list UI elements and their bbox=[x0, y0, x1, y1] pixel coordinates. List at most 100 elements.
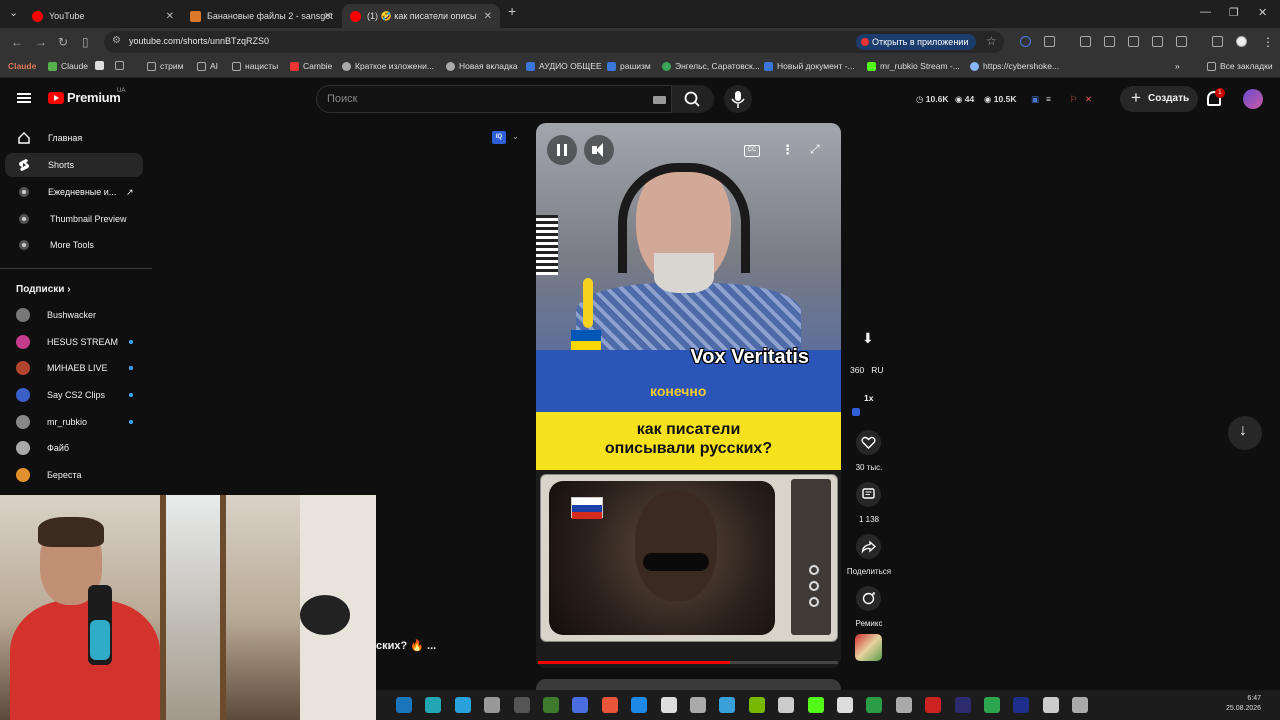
bookmark-claude-2[interactable]: Claude bbox=[48, 61, 88, 71]
youtube-logo-icon[interactable] bbox=[48, 92, 64, 104]
speed-button[interactable]: 1x bbox=[864, 393, 873, 403]
taskbar-app-icon[interactable] bbox=[484, 697, 501, 713]
taskbar-app-icon[interactable] bbox=[572, 697, 589, 713]
quality-indicator[interactable]: 360 RU bbox=[850, 365, 884, 375]
close-icon[interactable]: ✕ bbox=[484, 11, 492, 22]
sidepanel-icon[interactable]: ▯ bbox=[82, 35, 89, 49]
download-icon[interactable]: ⬇ bbox=[862, 330, 874, 347]
forward-icon[interactable]: → bbox=[35, 35, 47, 49]
sound-thumbnail[interactable] bbox=[855, 634, 882, 661]
taskbar-app-icon[interactable] bbox=[778, 697, 795, 713]
chevron-down-icon[interactable]: ⌄ bbox=[512, 132, 519, 141]
search-input[interactable]: Поиск bbox=[316, 85, 672, 113]
bookmark-blank[interactable] bbox=[95, 61, 104, 70]
grid-icon[interactable] bbox=[1104, 36, 1115, 47]
taskbar-app-icon[interactable] bbox=[1072, 697, 1089, 713]
tab-groups-icon[interactable] bbox=[1152, 36, 1163, 47]
next-short-button[interactable] bbox=[1228, 416, 1262, 450]
taskbar-app-icon[interactable] bbox=[631, 697, 648, 713]
taskbar-app-icon[interactable] bbox=[425, 697, 442, 713]
bookmark-star-icon[interactable]: ☆ bbox=[986, 34, 997, 48]
bookmark-new-tab[interactable]: Новая вкладка bbox=[446, 61, 518, 71]
search-button[interactable] bbox=[672, 85, 714, 113]
bookmarks-overflow-icon[interactable]: » bbox=[1175, 61, 1180, 71]
share-button[interactable] bbox=[856, 534, 881, 559]
taskbar-app-icon[interactable] bbox=[601, 697, 618, 713]
create-button[interactable]: Создать bbox=[1120, 85, 1198, 112]
sidebar-toggle-icon[interactable] bbox=[1176, 36, 1187, 47]
taskbar-app-icon[interactable] bbox=[543, 697, 559, 713]
menu-icon[interactable] bbox=[17, 93, 31, 103]
antenna-icon[interactable]: ⚐ bbox=[1070, 94, 1078, 105]
all-bookmarks[interactable]: Все закладки bbox=[1207, 61, 1273, 71]
tab-banana-files[interactable]: Банановые файлы 2 - sansgot ✕ bbox=[182, 4, 340, 28]
bookmark-kick-stream[interactable]: mr_rubkio Stream -... bbox=[867, 61, 960, 71]
sidebar-item-home[interactable]: Главная bbox=[5, 126, 143, 150]
bookmark-summary[interactable]: Краткое изложени... bbox=[342, 61, 434, 71]
bookmark-cybershoke[interactable]: https://cybershoke... bbox=[970, 61, 1059, 71]
bookmark-folder-ai[interactable]: AI bbox=[197, 61, 218, 71]
taskbar-app-icon[interactable] bbox=[719, 697, 736, 713]
bookmark-audio[interactable]: АУДИО ОБЩЕЕ bbox=[526, 61, 602, 71]
fullscreen-icon[interactable]: ⤢ bbox=[810, 142, 820, 157]
extension-icon[interactable] bbox=[1020, 36, 1031, 47]
account-avatar[interactable] bbox=[1243, 89, 1263, 109]
keyboard-icon[interactable] bbox=[653, 96, 666, 104]
tab-youtube[interactable]: YouTube ✕ bbox=[24, 4, 182, 28]
subscription-item[interactable]: Файб bbox=[16, 439, 69, 457]
more-options-icon[interactable]: ⋮ bbox=[781, 142, 794, 158]
like-button[interactable] bbox=[856, 430, 881, 455]
bookmark-folder-stream[interactable]: стрим bbox=[147, 61, 183, 71]
shorts-player[interactable]: Vox Veritatis конечно как писатели описы… bbox=[536, 123, 841, 668]
subscription-item[interactable]: HESUS STREAM bbox=[16, 333, 118, 351]
taskbar-app-icon[interactable] bbox=[748, 697, 765, 713]
captions-button[interactable]: CC bbox=[744, 145, 760, 157]
bookmark-apps[interactable] bbox=[115, 61, 124, 70]
extensions-icon[interactable] bbox=[1044, 36, 1055, 47]
taskbar-app-icon[interactable] bbox=[513, 697, 530, 713]
short-description-fragment[interactable]: ских? 🔥 ... bbox=[376, 639, 436, 652]
bookmark-folder-nazis[interactable]: нацисты bbox=[232, 61, 278, 71]
bookmark-engels[interactable]: Энгельс, Саратовск... bbox=[662, 61, 760, 71]
playlist-icon[interactable] bbox=[1212, 36, 1223, 47]
list-icon[interactable]: ≡ bbox=[1046, 94, 1051, 104]
reload-icon[interactable]: ↻ bbox=[58, 35, 68, 49]
taskbar-app-icon[interactable] bbox=[396, 697, 412, 713]
video-progress-bar[interactable] bbox=[538, 661, 838, 664]
bookmark-rashism[interactable]: рашизм bbox=[607, 61, 651, 71]
profile-icon[interactable] bbox=[1236, 36, 1247, 47]
back-icon[interactable]: ← bbox=[11, 35, 23, 49]
extension-badge-icon[interactable]: ▣ bbox=[1031, 94, 1039, 105]
taskbar-app-icon[interactable] bbox=[454, 697, 471, 713]
sidebar-item-shorts[interactable]: Shorts bbox=[5, 153, 143, 177]
taskbar-app-icon[interactable] bbox=[954, 697, 971, 713]
taskbar-app-icon[interactable] bbox=[895, 697, 912, 713]
subscription-item[interactable]: Bushwacker bbox=[16, 306, 96, 324]
translate-icon[interactable] bbox=[1080, 36, 1091, 47]
window-close-icon[interactable]: ✕ bbox=[1258, 6, 1267, 19]
subscription-item[interactable]: Say CS2 Clips bbox=[16, 386, 105, 404]
new-tab-icon[interactable]: + bbox=[508, 3, 516, 19]
taskbar-app-icon[interactable] bbox=[925, 697, 942, 713]
comments-button[interactable] bbox=[856, 482, 881, 507]
close-icon[interactable]: ✕ bbox=[166, 11, 174, 22]
tab-active-short[interactable]: (1) 🤣 как писатели описы ✕ bbox=[342, 4, 500, 28]
remix-button[interactable] bbox=[856, 586, 881, 611]
volume-button[interactable] bbox=[584, 135, 614, 165]
sidebar-item-daily[interactable]: Ежедневные и... ↗ bbox=[5, 180, 143, 204]
pause-button[interactable] bbox=[547, 135, 577, 165]
menu-dots-icon[interactable]: ⋮ bbox=[1262, 35, 1274, 49]
taskbar-app-icon[interactable] bbox=[837, 697, 853, 713]
taskbar-app-icon[interactable] bbox=[690, 697, 706, 713]
iq-extension-icon[interactable]: IQ bbox=[492, 131, 506, 144]
taskbar-app-icon[interactable] bbox=[1013, 697, 1030, 713]
taskbar-app-icon[interactable] bbox=[866, 697, 883, 713]
taskbar-app-icon[interactable] bbox=[984, 697, 1000, 713]
bookmark-cambie[interactable]: Cambie bbox=[290, 61, 332, 71]
system-clock[interactable]: 6:47 25.08.2026 bbox=[1226, 694, 1261, 714]
site-info-icon[interactable]: ⚙ bbox=[112, 35, 121, 46]
taskbar-app-icon[interactable] bbox=[807, 697, 824, 713]
sidebar-item-more-tools[interactable]: More Tools bbox=[5, 233, 143, 257]
restore-icon[interactable]: ❐ bbox=[1229, 6, 1239, 19]
subscriptions-header[interactable]: Подписки › bbox=[16, 284, 71, 295]
